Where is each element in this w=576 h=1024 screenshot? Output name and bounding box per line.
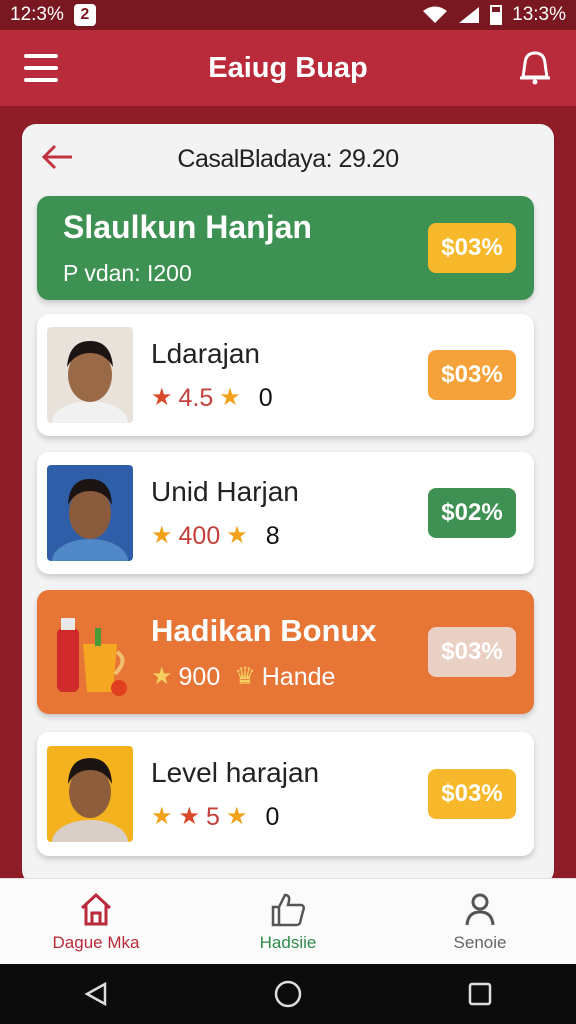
bonus-value: 900 (178, 662, 221, 691)
item-name: Unid Harjan (151, 475, 299, 507)
featured-sub: P vdan: I200 (63, 260, 192, 286)
star-icon: ★ (225, 803, 248, 830)
main-panel: CasalBladaya: 29.20 Slaulkun Hanjan P vd… (22, 124, 554, 884)
avatar (47, 465, 133, 561)
square-recents-icon (468, 982, 492, 1006)
price-button[interactable]: $03% (428, 769, 516, 819)
nav-label: Dague Mka (52, 932, 140, 952)
price-button[interactable]: $02% (428, 488, 516, 538)
nav-item-profile[interactable]: Senoie (400, 891, 560, 953)
star-icon: ★ (219, 384, 241, 411)
featured-name: Slaulkun Hanjan (63, 209, 312, 245)
bonus-price-button[interactable]: $03% (428, 627, 516, 677)
star-icon: ★ (151, 663, 173, 690)
sys-recents-button[interactable] (460, 974, 500, 1014)
signal-icon (459, 7, 480, 23)
item-count: 0 (265, 802, 280, 831)
star-icon: ★ (151, 803, 173, 830)
sys-back-button[interactable] (76, 974, 116, 1014)
bonus-card[interactable]: Hadikan Bonux ★ 900 ♛ Hande $03% (37, 590, 534, 714)
sys-home-button[interactable] (268, 974, 308, 1014)
item-rating: 400 (178, 521, 221, 550)
featured-price-button[interactable]: $03% (428, 223, 516, 273)
thumbs-up-icon (271, 893, 306, 926)
menu-icon (24, 54, 58, 58)
status-bar: 12:3% 2 13:3% (0, 0, 576, 30)
bonus-meta: ★ 900 ♛ Hande (151, 663, 428, 692)
item-count: 0 (258, 383, 273, 412)
item-rating: 4.5 (178, 383, 214, 412)
item-count: 8 (265, 521, 280, 550)
list-item[interactable]: Unid Harjan ★ 400 ★ 8 $02% (37, 452, 534, 574)
menu-button[interactable] (24, 54, 58, 82)
star-icon: ★ (151, 384, 173, 411)
circle-home-icon (274, 980, 302, 1008)
status-time-right: 13:3% (512, 4, 566, 25)
nav-item-thumbs[interactable]: Hadsiie (208, 891, 368, 953)
nav-label: Hadsiie (259, 932, 317, 952)
featured-card[interactable]: Slaulkun Hanjan P vdan: I200 $03% (37, 196, 534, 300)
nav-label: Senoie (453, 932, 507, 952)
bottom-nav: Dague Mka Hadsiie Senoie (0, 878, 576, 964)
person-icon (465, 893, 495, 925)
panel-title: CasalBladaya: 29.20 (177, 144, 399, 173)
sim-icon: 2 (73, 4, 96, 26)
panel-header: CasalBladaya: 29.20 (22, 124, 554, 194)
app-bar: Eaiug Buap (0, 30, 576, 106)
star-icon: ★ (178, 803, 201, 830)
app-title: Eaiug Buap (208, 51, 368, 84)
wifi-icon (423, 6, 448, 23)
home-icon (80, 892, 112, 925)
trophy-icon: ♛ (234, 663, 256, 690)
item-name: Level harajan (151, 756, 320, 788)
item-meta: ★ 400 ★ 8 (151, 522, 428, 551)
battery-icon (490, 5, 503, 25)
bell-icon[interactable] (516, 47, 554, 87)
triangle-back-icon (84, 981, 107, 1007)
item-rating: 5 (206, 802, 220, 831)
list-item[interactable]: Level harajan ★ ★ 5 ★ 0 $03% (37, 732, 534, 856)
star-icon: ★ (151, 522, 173, 549)
bonus-tag: Hande (261, 662, 336, 691)
item-name: Ldarajan (151, 337, 260, 369)
list-item[interactable]: Ldarajan ★ 4.5 ★ 0 $03% (37, 314, 534, 436)
status-time-left: 12:3% (10, 4, 64, 25)
back-arrow-icon[interactable] (40, 142, 74, 172)
nav-item-home[interactable]: Dague Mka (16, 891, 176, 953)
star-icon: ★ (226, 522, 248, 549)
item-meta: ★ ★ 5 ★ 0 (151, 803, 428, 832)
avatar (47, 327, 133, 423)
juice-icon (57, 618, 127, 696)
avatar (47, 746, 133, 842)
price-button[interactable]: $03% (428, 350, 516, 400)
system-nav (0, 964, 576, 1024)
item-meta: ★ 4.5 ★ 0 (151, 384, 428, 413)
bonus-name: Hadikan Bonux (151, 612, 377, 648)
